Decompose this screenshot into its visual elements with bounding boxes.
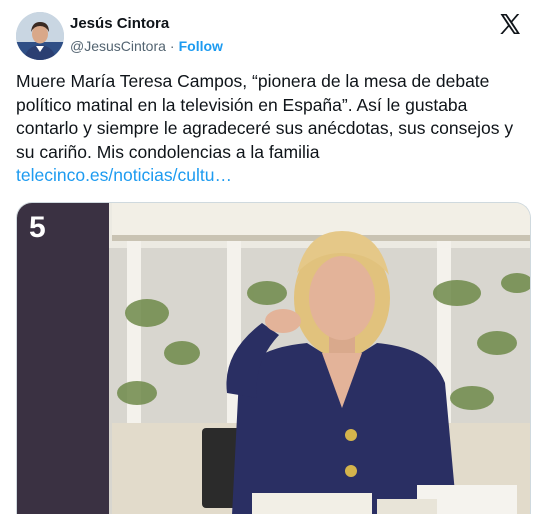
x-logo-icon[interactable] xyxy=(498,12,522,36)
tweet-link[interactable]: telecinco.es/noticias/cultu… xyxy=(16,165,232,185)
author-name[interactable]: Jesús Cintora xyxy=(70,15,169,32)
avatar-image xyxy=(16,12,64,60)
channel-logo: 5 xyxy=(29,211,46,244)
author-handle[interactable]: @JesusCintora xyxy=(70,38,166,54)
follow-button[interactable]: Follow xyxy=(179,38,223,54)
media-photo: 5 xyxy=(17,203,530,514)
tweet-body: Muere María Teresa Campos, “pionera de l… xyxy=(16,70,528,188)
avatar[interactable] xyxy=(16,12,64,60)
tweet-media-image[interactable]: 5 xyxy=(16,202,531,514)
tweet-text: Muere María Teresa Campos, “pionera de l… xyxy=(16,71,514,162)
author-meta: @JesusCintora · Follow xyxy=(70,38,223,54)
separator-dot: · xyxy=(169,38,175,54)
